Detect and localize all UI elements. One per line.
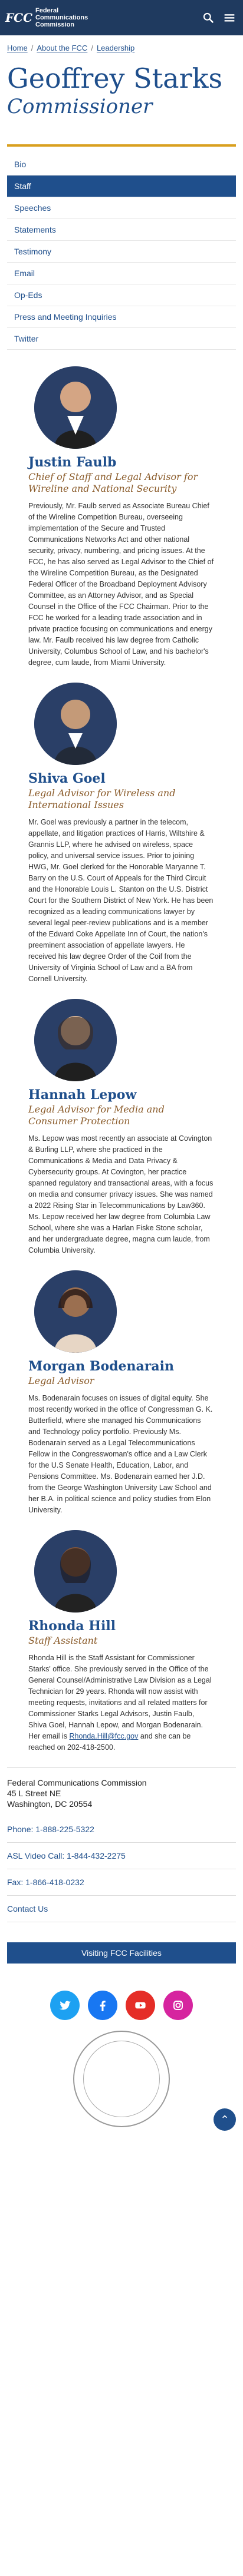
staff-role: Legal Advisor for Media and Consumer Pro… [28, 1104, 165, 1127]
staff-bio: Previously, Mr. Faulb served as Associat… [28, 502, 214, 667]
nav-item-bio[interactable]: Bio [7, 154, 236, 176]
footer-phone-link[interactable]: Phone: 1-888-225-5322 [7, 1816, 236, 1843]
footer-address-line-3: Washington, DC 20554 [7, 1799, 93, 1809]
breadcrumb-home[interactable]: Home [7, 44, 28, 52]
staff-bio: Rhonda Hill is the Staff Assistant for C… [28, 1653, 215, 1753]
social-links [7, 1991, 236, 2020]
title-rule [7, 144, 236, 147]
staff-photo-placeholder-icon [34, 1270, 117, 1353]
brand-line-2: Communications [35, 14, 88, 21]
nav-item-op-eds[interactable]: Op-Eds [7, 284, 236, 306]
staff-bio: Ms. Lepow was most recently an associate… [28, 1134, 214, 1254]
footer-address: Federal Communications Commission 45 L S… [7, 1777, 236, 1809]
menu-button[interactable] [223, 11, 236, 24]
fcc-seal [7, 2031, 236, 2127]
page-subtitle: Commissioner [7, 95, 153, 118]
staff-card: Rhonda Hill Staff Assistant Rhonda Hill … [7, 1530, 236, 1753]
staff-card: Morgan Bodenarain Legal Advisor Ms. Bode… [7, 1270, 236, 1516]
staff-role: Staff Assistant [28, 1635, 98, 1646]
brand-line-1: Federal [35, 7, 59, 14]
youtube-icon[interactable] [126, 1991, 155, 2020]
facebook-icon[interactable] [88, 1991, 117, 2020]
staff-bio-prefix: Rhonda Hill is the Staff Assistant for C… [28, 1654, 212, 1740]
footer-contacts: Phone: 1-888-225-5322 ASL Video Call: 1-… [7, 1816, 236, 1922]
staff-photo [34, 999, 117, 1081]
staff-card: Justin Faulb Chief of Staff and Legal Ad… [7, 366, 236, 668]
footer-asl-link[interactable]: ASL Video Call: 1-844-432-2275 [7, 1843, 236, 1869]
fcc-logo[interactable]: FCC [5, 9, 33, 27]
fcc-seal-outer [73, 2031, 170, 2127]
instagram-icon[interactable] [163, 1991, 193, 2020]
staff-role: Chief of Staff and Legal Advisor for Wir… [28, 471, 198, 494]
twitter-bird-icon [60, 2001, 71, 2010]
footer-contact-us-link[interactable]: Contact Us [7, 1896, 236, 1922]
brand[interactable]: FCC Federal Communications Commission [5, 7, 88, 28]
section-nav: Bio Staff Speeches Statements Testimony … [7, 154, 236, 350]
staff-bio: Mr. Goel was previously a partner in the… [28, 818, 214, 983]
breadcrumb-separator: / [31, 44, 34, 52]
staff-role: Legal Advisor [28, 1375, 94, 1386]
hamburger-menu-icon [224, 14, 235, 22]
staff-name: Hannah Lepow [28, 1087, 137, 1102]
breadcrumb-about[interactable]: About the FCC [37, 44, 87, 52]
facebook-f-icon [100, 2001, 106, 2011]
nav-item-testimony[interactable]: Testimony [7, 241, 236, 263]
nav-item-email[interactable]: Email [7, 263, 236, 284]
breadcrumb-leadership[interactable]: Leadership [97, 44, 134, 52]
youtube-play-icon [135, 2002, 146, 2009]
site-footer: Federal Communications Commission 45 L S… [0, 1767, 243, 2131]
twitter-icon[interactable] [50, 1991, 80, 2020]
staff-role: Legal Advisor for Wireless and Internati… [28, 787, 176, 810]
staff-photo-placeholder-icon [34, 366, 117, 449]
back-to-top-button[interactable]: ⌃ [214, 2108, 236, 2131]
nav-item-press-and-meeting-inquiries[interactable]: Press and Meeting Inquiries [7, 306, 236, 328]
staff-email-link[interactable]: Rhonda.Hill@fcc.gov [69, 1732, 138, 1740]
search-button[interactable] [202, 11, 215, 24]
staff-photo-placeholder-icon [34, 999, 117, 1081]
staff-photo-placeholder-icon [34, 683, 117, 765]
fcc-logo-text: FCC [5, 11, 33, 25]
brand-text[interactable]: Federal Communications Commission [35, 7, 88, 28]
staff-card: Hannah Lepow Legal Advisor for Media and… [7, 999, 236, 1256]
footer-divider [7, 1767, 236, 1768]
staff-photo [34, 1270, 117, 1353]
page-title: Geoffrey Starks [7, 62, 223, 94]
staff-photo-placeholder-icon [34, 1530, 117, 1613]
nav-item-speeches[interactable]: Speeches [7, 197, 236, 219]
staff-bio: Ms. Bodenarain focuses on issues of digi… [28, 1394, 213, 1514]
staff-name: Justin Faulb [28, 455, 117, 470]
chevron-up-icon: ⌃ [220, 2113, 229, 2125]
staff-name: Rhonda Hill [28, 1618, 116, 1634]
brand-line-3: Commission [35, 21, 75, 28]
breadcrumb-separator: / [91, 44, 93, 52]
staff-photo [34, 683, 117, 765]
staff-photo [34, 366, 117, 449]
breadcrumb: Home / About the FCC / Leadership [0, 35, 243, 57]
nav-item-statements[interactable]: Statements [7, 219, 236, 241]
instagram-camera-icon [173, 2001, 183, 2010]
footer-fax-link[interactable]: Fax: 1-866-418-0232 [7, 1869, 236, 1896]
search-icon [203, 12, 214, 23]
header-icons [202, 11, 236, 24]
staff-photo [34, 1530, 117, 1613]
site-header: FCC Federal Communications Commission [0, 0, 243, 35]
footer-address-line-2: 45 L Street NE [7, 1789, 61, 1798]
visiting-fcc-facilities-button[interactable]: Visiting FCC Facilities [7, 1942, 236, 1964]
staff-name: Shiva Goel [28, 771, 106, 786]
nav-item-twitter[interactable]: Twitter [7, 328, 236, 350]
staff-name: Morgan Bodenarain [28, 1359, 175, 1374]
fcc-seal-inner [83, 2041, 160, 2117]
staff-card: Shiva Goel Legal Advisor for Wireless an… [7, 683, 236, 985]
staff-list: Justin Faulb Chief of Staff and Legal Ad… [0, 350, 243, 1753]
nav-item-staff[interactable]: Staff [7, 176, 236, 197]
footer-address-line-1: Federal Communications Commission [7, 1778, 147, 1787]
